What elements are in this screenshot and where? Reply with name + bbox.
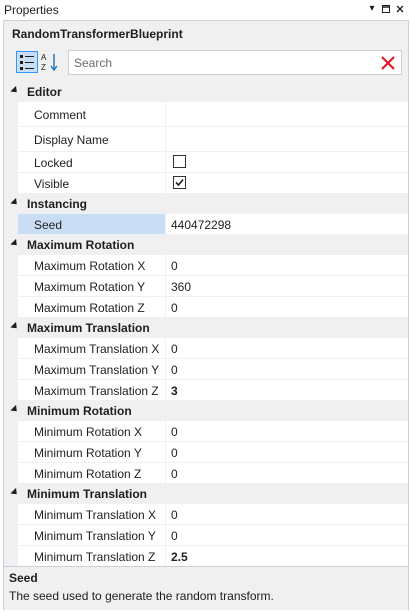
property-name[interactable]: Maximum Translation Z bbox=[18, 380, 166, 401]
property-row[interactable]: Minimum Rotation X0 bbox=[4, 421, 408, 442]
svg-text:A: A bbox=[41, 53, 47, 62]
categorized-icon bbox=[20, 55, 34, 70]
property-name[interactable]: Minimum Translation Y bbox=[18, 525, 166, 546]
property-value[interactable] bbox=[166, 102, 408, 127]
property-row[interactable]: Minimum Rotation Z0 bbox=[4, 463, 408, 484]
description-title: Seed bbox=[9, 571, 38, 585]
property-row[interactable]: Maximum Translation Z3 bbox=[4, 380, 408, 401]
property-name[interactable]: Locked bbox=[18, 152, 166, 173]
category-header[interactable]: Instancing bbox=[4, 194, 408, 214]
object-name: RandomTransformerBlueprint bbox=[12, 27, 183, 41]
property-row[interactable]: Maximum Translation X0 bbox=[4, 338, 408, 359]
category-header[interactable]: Maximum Rotation bbox=[4, 235, 408, 255]
property-value[interactable]: 2.5 bbox=[166, 546, 408, 567]
checkbox-checked[interactable] bbox=[173, 176, 186, 189]
categorized-button[interactable] bbox=[16, 51, 38, 73]
category-header[interactable]: Minimum Rotation bbox=[4, 401, 408, 421]
category-header[interactable]: Maximum Translation bbox=[4, 318, 408, 338]
property-name[interactable]: Maximum Rotation Y bbox=[18, 276, 166, 297]
property-name[interactable]: Minimum Translation X bbox=[18, 504, 166, 525]
close-icon[interactable] bbox=[394, 3, 406, 15]
property-name[interactable]: Minimum Translation Z bbox=[18, 546, 166, 567]
window-title: Properties bbox=[4, 3, 59, 17]
property-row[interactable]: Locked bbox=[4, 152, 408, 173]
collapse-arrow-icon[interactable] bbox=[10, 404, 20, 415]
property-name[interactable]: Maximum Translation Y bbox=[18, 359, 166, 380]
property-value[interactable]: 0 bbox=[166, 297, 408, 318]
property-name[interactable]: Visible bbox=[18, 173, 166, 194]
property-row[interactable]: Maximum Rotation Z0 bbox=[4, 297, 408, 318]
property-value[interactable]: 0 bbox=[166, 255, 408, 276]
property-value[interactable]: 0 bbox=[166, 442, 408, 463]
property-name[interactable]: Comment bbox=[18, 102, 166, 127]
search-box[interactable]: Search bbox=[68, 50, 402, 75]
category-header[interactable]: Minimum Translation bbox=[4, 484, 408, 504]
property-row[interactable]: Maximum Rotation Y 360 bbox=[4, 276, 408, 297]
collapse-arrow-icon[interactable] bbox=[10, 321, 20, 332]
collapse-arrow-icon[interactable] bbox=[10, 487, 20, 498]
property-row[interactable]: Seed 440472298 bbox=[4, 214, 408, 235]
property-name[interactable]: Maximum Rotation X bbox=[18, 255, 166, 276]
property-row[interactable]: Maximum Rotation X0 bbox=[4, 255, 408, 276]
category-label: Minimum Translation bbox=[27, 487, 148, 501]
category-header[interactable]: Editor bbox=[4, 82, 408, 102]
property-row[interactable]: Minimum Rotation Y0 bbox=[4, 442, 408, 463]
property-value[interactable]: 3 bbox=[166, 380, 408, 401]
property-row[interactable]: Display Name bbox=[4, 127, 408, 152]
property-name[interactable]: Display Name bbox=[18, 127, 166, 152]
property-value[interactable]: 0 bbox=[166, 504, 408, 525]
category-label: Minimum Rotation bbox=[27, 404, 132, 418]
category-label: Maximum Rotation bbox=[27, 238, 135, 252]
sort-alpha-icon: A Z bbox=[41, 53, 58, 72]
properties-panel: RandomTransformerBlueprint A Z Search Ed… bbox=[3, 20, 409, 610]
pin-icon[interactable] bbox=[380, 3, 392, 15]
category-label: Editor bbox=[27, 85, 62, 99]
property-value[interactable]: 0 bbox=[166, 525, 408, 546]
property-row[interactable]: Minimum Translation Z 2.5 bbox=[4, 546, 408, 567]
description-text: The seed used to generate the random tra… bbox=[9, 589, 274, 603]
alphabetical-button[interactable]: A Z bbox=[40, 51, 62, 73]
category-label: Maximum Translation bbox=[27, 321, 150, 335]
property-row[interactable]: Minimum Translation X0 bbox=[4, 504, 408, 525]
property-value[interactable]: 0 bbox=[166, 463, 408, 484]
property-name[interactable]: Minimum Rotation X bbox=[18, 421, 166, 442]
collapse-arrow-icon[interactable] bbox=[10, 85, 20, 96]
checkbox-unchecked[interactable] bbox=[173, 155, 186, 168]
svg-text:Z: Z bbox=[41, 63, 46, 72]
property-row[interactable]: Minimum Translation Y0 bbox=[4, 525, 408, 546]
property-name[interactable]: Minimum Rotation Z bbox=[18, 463, 166, 484]
property-value[interactable]: 360 bbox=[166, 276, 408, 297]
property-value[interactable]: 0 bbox=[166, 421, 408, 442]
property-name[interactable]: Maximum Translation X bbox=[18, 338, 166, 359]
property-checkbox-cell[interactable] bbox=[166, 152, 408, 173]
property-row[interactable]: Maximum Translation Y0 bbox=[4, 359, 408, 380]
property-value[interactable]: 0 bbox=[166, 338, 408, 359]
property-name[interactable]: Minimum Rotation Y bbox=[18, 442, 166, 463]
property-value[interactable] bbox=[166, 127, 408, 152]
dropdown-arrow-icon[interactable]: ▾ bbox=[366, 3, 378, 15]
property-name[interactable]: Maximum Rotation Z bbox=[18, 297, 166, 318]
title-bar: Properties ▾ bbox=[0, 0, 412, 20]
description-panel: Seed The seed used to generate the rando… bbox=[4, 566, 408, 610]
property-checkbox-cell[interactable] bbox=[166, 173, 408, 194]
clear-x-icon[interactable] bbox=[380, 55, 396, 71]
property-value[interactable]: 0 bbox=[166, 359, 408, 380]
collapse-arrow-icon[interactable] bbox=[10, 238, 20, 249]
property-value[interactable]: 440472298 bbox=[166, 214, 408, 235]
category-label: Instancing bbox=[27, 197, 88, 211]
property-grid: Editor Comment Display Name Locked Visible In… bbox=[4, 82, 408, 567]
checkmark-icon bbox=[175, 178, 184, 187]
collapse-arrow-icon[interactable] bbox=[10, 197, 20, 208]
search-placeholder: Search bbox=[74, 56, 113, 70]
property-row[interactable]: Comment bbox=[4, 102, 408, 127]
property-name[interactable]: Seed bbox=[18, 214, 166, 235]
property-row[interactable]: Visible bbox=[4, 173, 408, 194]
